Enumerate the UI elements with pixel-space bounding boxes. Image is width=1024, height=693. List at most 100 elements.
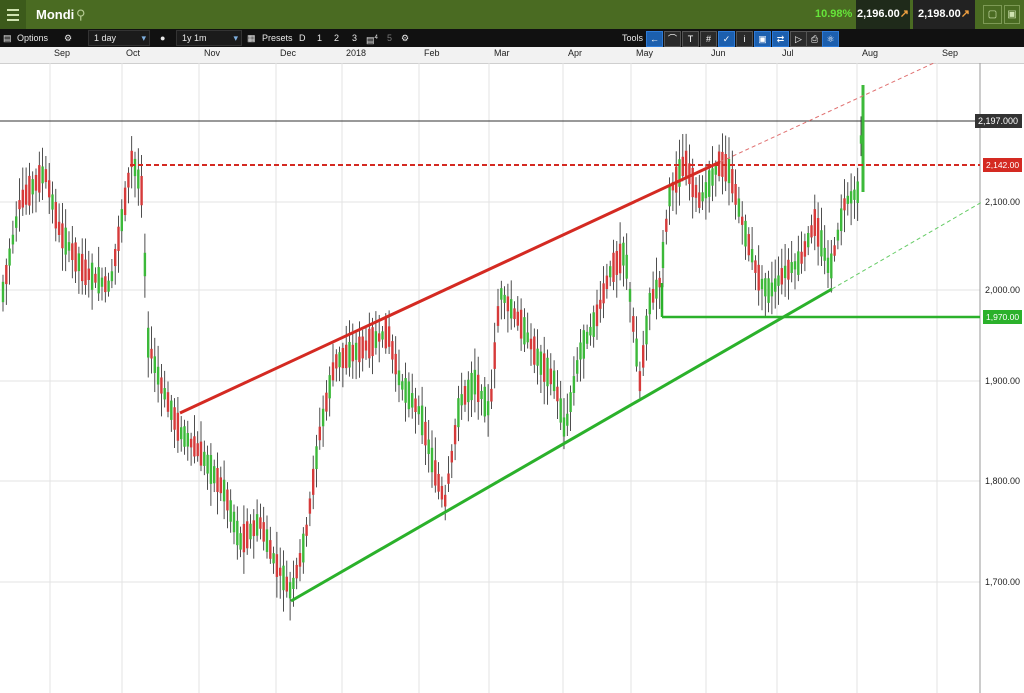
preset-1-button[interactable]: 1: [317, 29, 322, 47]
price-change: 10.98%: [815, 8, 853, 20]
preset-4-label: 4: [374, 35, 378, 41]
candle-body: [196, 443, 199, 457]
copy-tool-icon[interactable]: ▣: [754, 31, 771, 47]
candle-body: [226, 489, 229, 511]
candle-body: [137, 169, 140, 189]
candle-body: [133, 158, 137, 177]
candle-body: [292, 577, 295, 590]
compare-tool-icon[interactable]: ⇄: [772, 31, 789, 47]
candle-body: [371, 327, 374, 357]
candle-body: [94, 273, 97, 283]
candle-body: [176, 412, 180, 441]
candle-body: [823, 247, 826, 261]
maximize-icon[interactable]: ▣: [1004, 5, 1020, 24]
options-button[interactable]: Options: [17, 29, 48, 47]
candle-body: [378, 333, 381, 342]
candle-body: [219, 477, 222, 494]
current-price-tag: 2,197.000: [975, 114, 1022, 128]
candle-body: [288, 582, 292, 599]
candle-body: [559, 398, 562, 423]
candle-body: [632, 316, 635, 332]
curve-tool-icon[interactable]: ⌒: [664, 31, 681, 47]
candle-body: [826, 257, 830, 273]
range-select[interactable]: 1y 1m ▾: [176, 30, 242, 46]
sell-price-button[interactable]: 2,196.00↗: [856, 0, 910, 29]
menu-icon[interactable]: [0, 0, 26, 29]
preset-2-button[interactable]: 2: [334, 29, 339, 47]
print-icon[interactable]: ⎙: [806, 31, 823, 47]
options-icon[interactable]: ▤: [3, 29, 12, 47]
arrow-tool-icon[interactable]: ←: [646, 31, 663, 47]
price-chart[interactable]: 1,700.00 1,800.00 1,900.00 2,000.00 2,10…: [0, 63, 1024, 693]
text-tool-icon[interactable]: T: [682, 31, 699, 47]
candle-body: [411, 393, 414, 408]
candle-body: [543, 353, 546, 382]
preset-3-button[interactable]: 3: [352, 29, 357, 47]
candle-body: [282, 565, 285, 591]
candle-body: [430, 447, 434, 473]
presets-icon[interactable]: ▦: [247, 29, 256, 47]
candle-body: [444, 494, 447, 507]
candle-body: [44, 169, 48, 183]
buy-price-button[interactable]: 2,198.00↗: [913, 0, 975, 29]
candle-body: [354, 342, 358, 360]
settings-gear-icon[interactable]: ⚙: [64, 29, 72, 47]
preset-settings-gear-icon[interactable]: ⚙: [401, 29, 409, 47]
month-label: Sep: [942, 48, 959, 58]
candle-body: [31, 179, 34, 195]
candle-body: [117, 226, 120, 251]
month-label: May: [636, 48, 654, 58]
candle-body: [5, 264, 8, 285]
candle-body: [318, 426, 321, 441]
candle-body: [246, 521, 249, 549]
candle-body: [539, 351, 543, 375]
search-icon[interactable]: ⚲: [76, 0, 86, 29]
candle-body: [453, 425, 457, 445]
candle-body: [562, 417, 566, 437]
candle-body: [843, 198, 846, 211]
candle-body: [160, 377, 163, 394]
instrument-title[interactable]: Mondi: [36, 0, 74, 29]
tag-tool-icon[interactable]: ▷: [790, 31, 807, 47]
candle-body: [335, 354, 338, 369]
candle-body: [110, 271, 114, 282]
candle-body: [391, 341, 394, 360]
y-tick-label: 1,700.00: [985, 577, 1020, 587]
candle-body: [374, 331, 378, 348]
buy-arrow-icon: ↗: [960, 8, 971, 20]
lock-icon[interactable]: ●: [160, 29, 165, 47]
candle-body: [609, 266, 612, 278]
buy-price: 2,198.00: [917, 8, 961, 20]
info-tool-icon[interactable]: i: [736, 31, 753, 47]
candle-body: [737, 198, 741, 217]
candle-body: [51, 194, 54, 210]
candle-body: [262, 522, 265, 542]
candle-body: [803, 241, 807, 257]
brush-tool-icon[interactable]: ✓: [718, 31, 735, 47]
candle-body: [470, 372, 473, 401]
candle-body: [585, 331, 589, 344]
interval-select[interactable]: 1 day ▾: [88, 30, 150, 46]
link-tool-icon[interactable]: ⚛: [822, 31, 839, 47]
candle-body: [203, 451, 206, 466]
candle-body: [523, 317, 526, 345]
candle-body: [255, 514, 259, 536]
candle-body: [275, 554, 279, 577]
popout-icon[interactable]: ▢: [983, 5, 1002, 24]
candle-body: [665, 218, 668, 232]
candle-body: [638, 371, 642, 392]
candle-body: [836, 229, 840, 241]
preset-5-button[interactable]: 5: [387, 29, 392, 47]
sell-arrow-icon: ↗: [899, 8, 910, 20]
candle-body: [853, 189, 856, 200]
candle-body: [242, 523, 246, 553]
presets-label: Presets: [262, 33, 293, 43]
candle-body: [760, 278, 764, 290]
grid-tool-icon[interactable]: #: [700, 31, 717, 47]
candle-body: [259, 517, 262, 529]
preset-4-button[interactable]: ▤4: [366, 29, 378, 47]
candle-body: [648, 292, 651, 315]
resistance-tag: 2,142.00: [983, 158, 1022, 172]
preset-d-button[interactable]: D: [299, 29, 306, 47]
candle-body: [127, 172, 130, 188]
